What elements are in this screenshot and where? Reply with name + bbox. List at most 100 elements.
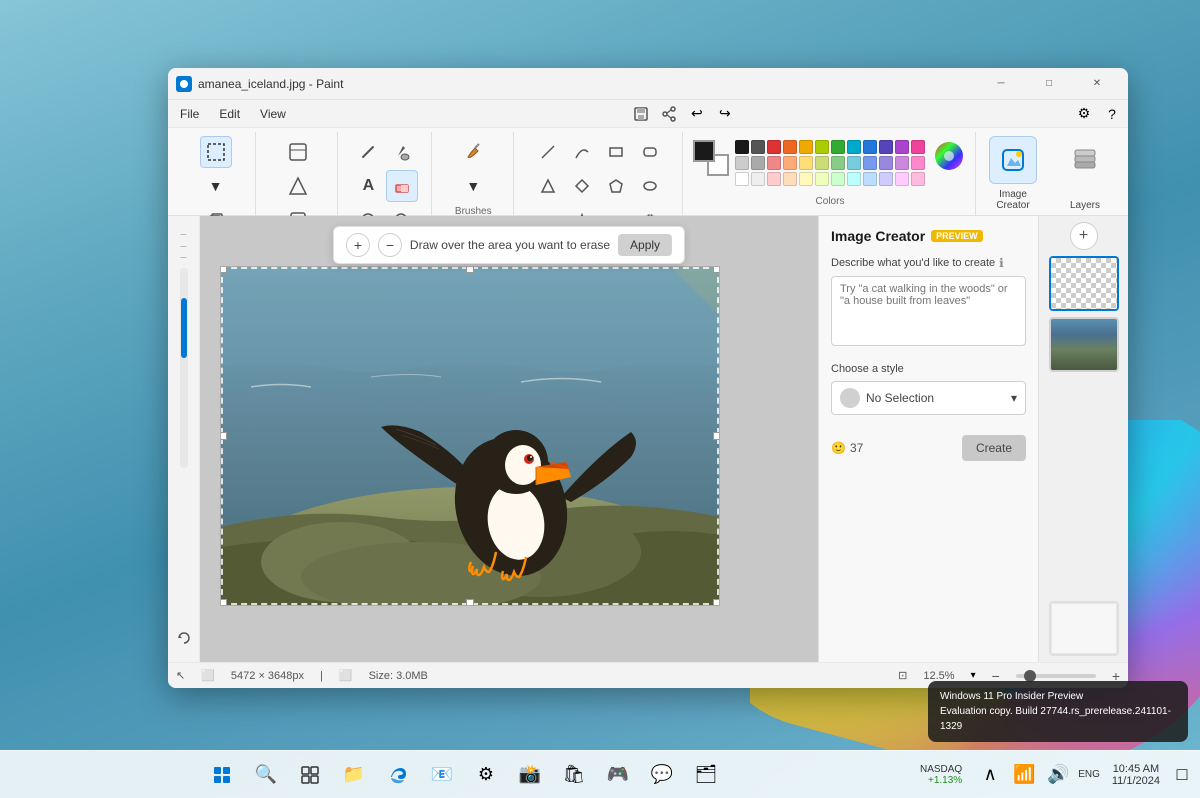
taskview-btn[interactable] <box>290 755 330 795</box>
taskbar-xbox-btn[interactable]: 🎮 <box>598 755 638 795</box>
layers-add-button[interactable]: + <box>1070 222 1098 250</box>
palette-color[interactable] <box>879 172 893 186</box>
palette-color[interactable] <box>799 156 813 170</box>
menu-edit[interactable]: Edit <box>211 105 248 123</box>
palette-color[interactable] <box>767 156 781 170</box>
layers-toggle-btn[interactable] <box>1061 136 1109 184</box>
taskbar-photos-btn[interactable]: 📸 <box>510 755 550 795</box>
zoom-out-icon[interactable]: − <box>992 668 1000 684</box>
taskbar-edge-btn[interactable] <box>378 755 418 795</box>
zoom-slider[interactable] <box>1016 674 1096 678</box>
zoom-slider-thumb[interactable] <box>1024 670 1036 682</box>
palette-color[interactable] <box>831 156 845 170</box>
line-btn[interactable] <box>532 136 564 168</box>
vertical-scroll-track[interactable] <box>180 268 188 468</box>
help-button[interactable]: ? <box>1100 102 1124 126</box>
palette-color[interactable] <box>751 172 765 186</box>
brush-dropdown-btn[interactable]: ▼ <box>457 170 489 202</box>
palette-color[interactable] <box>767 140 781 154</box>
palette-color[interactable] <box>895 140 909 154</box>
palette-color[interactable] <box>847 156 861 170</box>
curve-btn[interactable] <box>566 136 598 168</box>
image-select-btn[interactable] <box>282 136 314 168</box>
palette-color[interactable] <box>847 140 861 154</box>
palette-color[interactable] <box>799 140 813 154</box>
taskbar-explorer-btn[interactable]: 📁 <box>334 755 374 795</box>
pentagon-btn[interactable] <box>600 170 632 202</box>
palette-color[interactable] <box>815 172 829 186</box>
ic-info-icon[interactable]: ℹ <box>999 256 1004 270</box>
palette-color[interactable] <box>751 140 765 154</box>
palette-color[interactable] <box>895 156 909 170</box>
palette-color[interactable] <box>735 172 749 186</box>
palette-color[interactable] <box>879 156 893 170</box>
notification-btn[interactable]: □ <box>1172 755 1192 795</box>
palette-color[interactable] <box>863 172 877 186</box>
canvas-area[interactable]: + − Draw over the area you want to erase… <box>200 216 818 662</box>
maximize-button[interactable]: □ <box>1026 68 1072 100</box>
layer-thumb-blank[interactable] <box>1049 601 1119 656</box>
rotate-tool-btn[interactable] <box>172 626 196 650</box>
palette-color[interactable] <box>879 140 893 154</box>
vertical-scroll-thumb[interactable] <box>181 298 187 358</box>
pencil-btn[interactable] <box>352 136 384 168</box>
color-wheel-button[interactable] <box>931 140 967 176</box>
taskbar-settings-btn[interactable]: ⚙ <box>466 755 506 795</box>
palette-color[interactable] <box>863 140 877 154</box>
round-rect-btn[interactable] <box>634 136 666 168</box>
palette-color[interactable] <box>815 156 829 170</box>
palette-color[interactable] <box>751 156 765 170</box>
apply-button[interactable]: Apply <box>618 234 672 256</box>
brush-btn[interactable] <box>457 136 489 168</box>
selection-dropdown-btn[interactable]: ▼ <box>200 170 232 202</box>
palette-color[interactable] <box>783 156 797 170</box>
triangle-btn[interactable] <box>532 170 564 202</box>
palette-color[interactable] <box>895 172 909 186</box>
palette-color[interactable] <box>911 140 925 154</box>
fill-btn[interactable] <box>386 136 418 168</box>
erase-plus-btn[interactable]: + <box>346 233 370 257</box>
undo-button[interactable]: ↩ <box>685 102 709 126</box>
ic-create-button[interactable]: Create <box>962 435 1026 461</box>
menu-file[interactable]: File <box>172 105 207 123</box>
save-button[interactable] <box>629 102 653 126</box>
settings-button[interactable]: ⚙ <box>1072 102 1096 126</box>
volume-icon[interactable]: 🔊 <box>1044 761 1072 789</box>
share-button[interactable] <box>657 102 681 126</box>
taskbar-teams-btn[interactable]: 💬 <box>642 755 682 795</box>
taskbar-mail-btn[interactable]: 📧 <box>422 755 462 795</box>
layer-thumb-photo[interactable] <box>1049 317 1119 372</box>
taskbar-store-btn[interactable]: 🛍 <box>554 755 594 795</box>
palette-color[interactable] <box>815 140 829 154</box>
palette-color[interactable] <box>799 172 813 186</box>
taskbar-extra-btn[interactable]: 🗂 <box>686 755 726 795</box>
canvas-photo[interactable] <box>220 266 720 606</box>
selection-rect-btn[interactable] <box>200 136 232 168</box>
ic-description-input[interactable] <box>831 276 1026 346</box>
zoom-dropdown-btn[interactable]: ▾ <box>971 670 976 681</box>
palette-color[interactable] <box>735 140 749 154</box>
start-button[interactable] <box>202 755 242 795</box>
primary-color[interactable] <box>693 140 715 162</box>
palette-color[interactable] <box>831 140 845 154</box>
palette-color[interactable] <box>911 172 925 186</box>
zoom-in-icon[interactable]: + <box>1112 668 1120 684</box>
ic-style-dropdown[interactable]: No Selection ▾ <box>831 381 1026 415</box>
palette-color[interactable] <box>831 172 845 186</box>
network-icon[interactable]: 📶 <box>1010 761 1038 789</box>
rect-btn[interactable] <box>600 136 632 168</box>
system-clock[interactable]: 10:45 AM 11/1/2024 <box>1106 763 1166 787</box>
redo-button[interactable]: ↪ <box>713 102 737 126</box>
show-hidden-icons-btn[interactable]: ∧ <box>976 761 1004 789</box>
palette-color[interactable] <box>783 140 797 154</box>
layer-thumb-active[interactable] <box>1049 256 1119 311</box>
search-taskbar-btn[interactable]: 🔍 <box>246 755 286 795</box>
text-btn[interactable]: A <box>352 170 384 202</box>
palette-color[interactable] <box>767 172 781 186</box>
menu-view[interactable]: View <box>252 105 294 123</box>
zoom-fit-btn[interactable]: ⊡ <box>898 669 907 682</box>
image-creator-toggle-btn[interactable] <box>989 136 1037 184</box>
close-button[interactable]: ✕ <box>1074 68 1120 100</box>
palette-color[interactable] <box>847 172 861 186</box>
image-transform-btn[interactable] <box>282 170 314 202</box>
